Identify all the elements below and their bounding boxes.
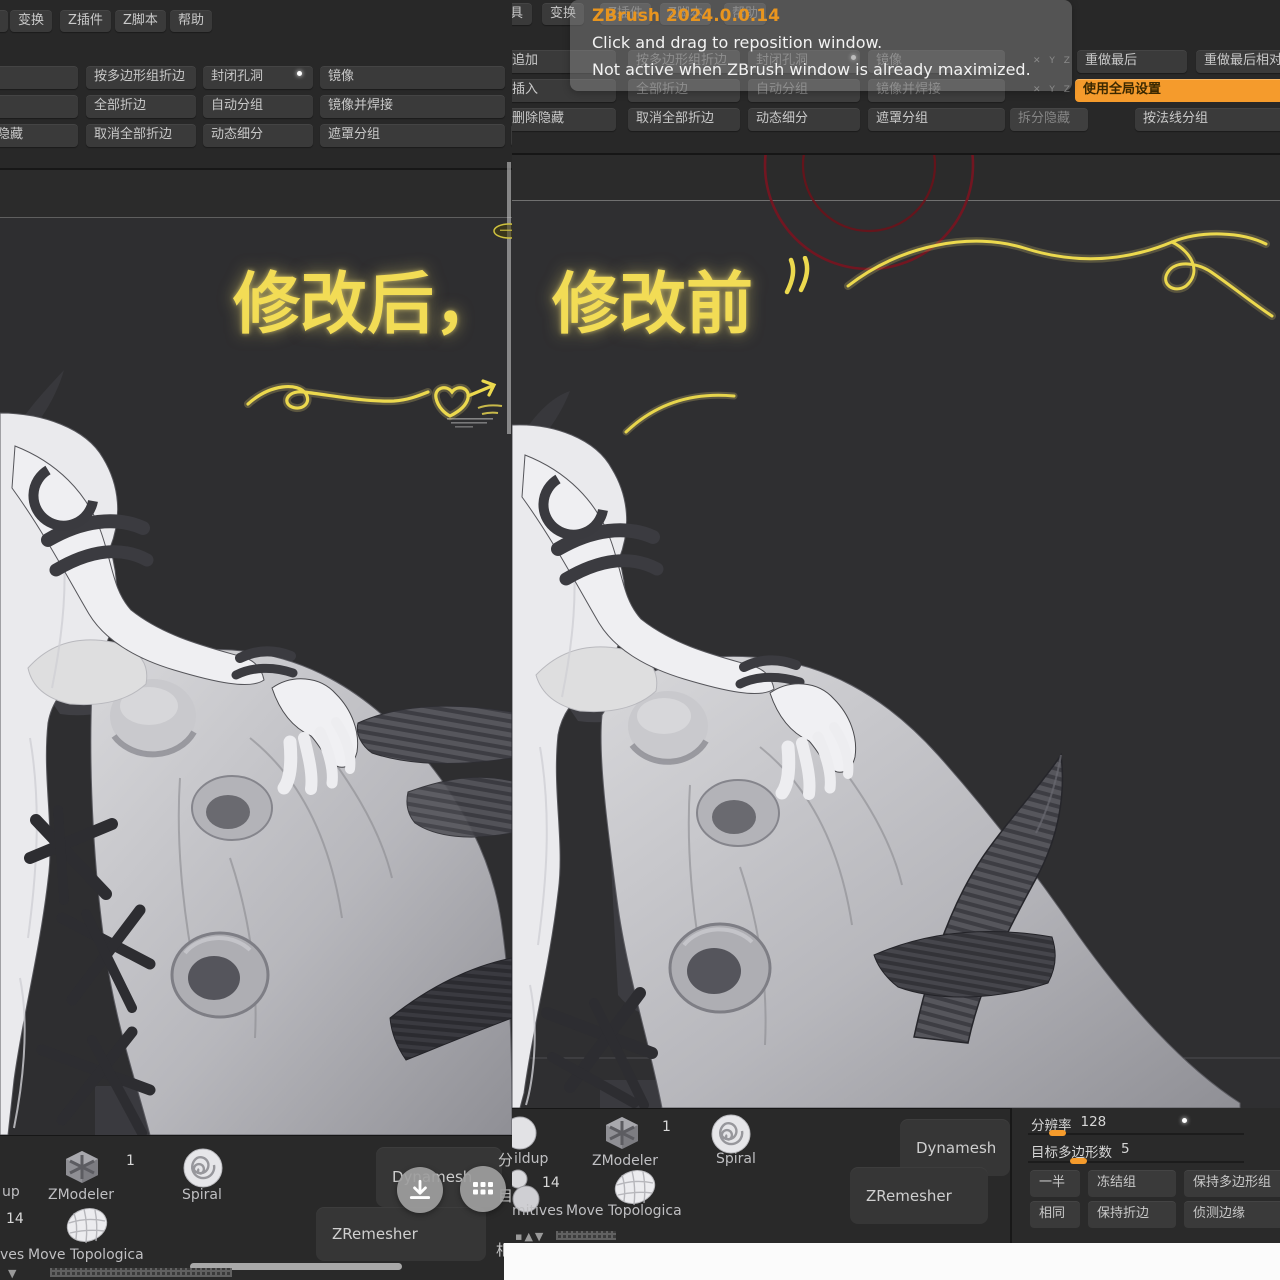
crease-by-polygroup-button[interactable]: 按多边形组折边: [86, 66, 196, 89]
menu-zplugin[interactable]: Z插件: [60, 10, 111, 32]
menu-help[interactable]: 帮助: [170, 10, 212, 32]
buildup-brush-label-cut[interactable]: up: [2, 1184, 20, 1200]
keep-polygroups-button-cut[interactable]: 保持多边形组: [1184, 1170, 1280, 1197]
zremesher-button[interactable]: ZRemesher: [850, 1167, 988, 1224]
bottom-toolbar: Dynamesh ZRemesher up ZModeler 1 Spiral …: [0, 1135, 512, 1280]
append-button-cut[interactable]: 加: [0, 66, 78, 89]
zmodeler-count: 1: [662, 1119, 671, 1135]
heart-flourish-decoration: [240, 366, 510, 428]
curves-label-cut[interactable]: ves: [0, 1247, 24, 1263]
quote-swash-decoration: [784, 256, 816, 300]
zremesher-settings-panel: 分辨率 128 目标多边形数 5 一半 冻结组 保持多边形组 相同 保持折边 侦…: [1010, 1108, 1280, 1243]
spiral-brush-icon[interactable]: [182, 1147, 224, 1189]
zbrush-tooltip: ZBrush 2024.0.0.14 Click and drag to rep…: [570, 0, 1072, 91]
tooltip-line2: Not active when ZBrush window is already…: [592, 60, 1031, 79]
insert-button-cut[interactable]: 入: [0, 95, 78, 118]
apps-grid-overlay-button[interactable]: [460, 1166, 506, 1212]
group-by-normals-button[interactable]: 按法线分组: [1135, 108, 1280, 131]
swash-flourish-decoration: [842, 220, 1280, 332]
close-holes-indicator-dot: [297, 71, 302, 76]
move-topological-label[interactable]: Move Topologica: [566, 1203, 682, 1219]
delete-hidden-button[interactable]: 删除隐藏: [512, 108, 616, 131]
primitives-label-cut[interactable]: mitives: [512, 1203, 563, 1219]
split-hidden-button[interactable]: 拆分隐藏: [1010, 108, 1088, 131]
buildup-brush-icon-cut[interactable]: [512, 1115, 538, 1151]
move-topological-label[interactable]: Move Topologica: [28, 1247, 144, 1263]
zmodeler-label[interactable]: ZModeler: [48, 1187, 114, 1203]
mirror-button[interactable]: 镜像: [320, 66, 505, 89]
zmodeler-cube-icon[interactable]: [600, 1113, 644, 1153]
eye-socket-ring: [670, 924, 770, 1012]
move-topological-icon[interactable]: [64, 1203, 110, 1247]
curves-count: 14: [6, 1211, 24, 1227]
target-slider-track[interactable]: [1028, 1161, 1244, 1163]
checker-scrollbar[interactable]: [50, 1268, 232, 1277]
half-button[interactable]: 一半: [1030, 1170, 1080, 1197]
bottom-toolbar: Dynamesh ZRemesher ildup ZModeler 1 Spi: [512, 1108, 1010, 1243]
menu-tool-fragment[interactable]: 具: [512, 3, 532, 25]
spiral-brush-icon[interactable]: [710, 1113, 752, 1155]
scroll-down-arrow[interactable]: ▼: [8, 1267, 18, 1280]
crease-all-button[interactable]: 全部折边: [86, 95, 196, 118]
menu-fragment[interactable]: [0, 10, 8, 32]
top-toolbar: 具 变换 Z插件 Z脚本 帮助 追加 插入 删除隐藏 按多边形组折边 全部折边 …: [512, 0, 1280, 155]
resolution-indicator-dot: [1182, 1118, 1187, 1123]
caption-after: 修改后，: [233, 250, 501, 347]
download-icon: [407, 1177, 433, 1203]
caption-before: 修改前: [552, 250, 753, 347]
delete-hidden-button-cut[interactable]: 除隐藏: [0, 124, 78, 147]
target-polycount-value: 5: [1121, 1141, 1130, 1161]
close-holes-button[interactable]: 封闭孔洞: [203, 66, 313, 89]
resolution-slider-handle[interactable]: [1049, 1130, 1066, 1136]
grid-menu-icon: [471, 1177, 495, 1201]
zbrush-pane-after: 变换 Z插件 Z脚本 帮助 加 入 除隐藏 按多边形组折边 全部折边 取消全部折…: [0, 0, 512, 1280]
zbrush-pane-before: 具 变换 Z插件 Z脚本 帮助 追加 插入 删除隐藏 按多边形组折边 全部折边 …: [512, 0, 1280, 1280]
same-button[interactable]: 相同: [1030, 1201, 1080, 1228]
uncrease-all-button[interactable]: 取消全部折边: [86, 124, 196, 147]
zmodeler-cube-icon[interactable]: [60, 1147, 104, 1187]
uncrease-all-button[interactable]: 取消全部折边: [628, 108, 740, 131]
primitives-count: 14: [542, 1175, 560, 1191]
upper-socket: [697, 780, 779, 846]
resolution-value: 128: [1081, 1114, 1107, 1134]
white-bottom-strip: [504, 1243, 1280, 1280]
download-overlay-button[interactable]: [397, 1167, 443, 1213]
composite-screenshot: 变换 Z插件 Z脚本 帮助 加 入 除隐藏 按多边形组折边 全部折边 取消全部折…: [0, 0, 1280, 1280]
mask-groups-button[interactable]: 遮罩分组: [320, 124, 505, 147]
dynamic-subdiv-button[interactable]: 动态细分: [203, 124, 313, 147]
arc-flourish-decoration: [620, 386, 742, 438]
scroll-arrows[interactable]: ▪▲▼: [515, 1230, 545, 1243]
eye-socket-ring: [172, 933, 268, 1017]
resolution-fragment: 分: [498, 1149, 512, 1170]
checker-scrollbar[interactable]: [556, 1231, 616, 1240]
redo-last-relative-button-cut[interactable]: 重做最后相对: [1196, 50, 1280, 73]
detect-edges-button[interactable]: 侦测边缘: [1184, 1201, 1280, 1228]
toolbar-lower-band: [0, 170, 512, 218]
sculpt-viewport-after[interactable]: [0, 218, 512, 1135]
top-toolbar: 变换 Z插件 Z脚本 帮助 加 入 除隐藏 按多边形组折边 全部折边 取消全部折…: [0, 0, 512, 170]
use-global-settings-button[interactable]: 使用全局设置: [1075, 79, 1280, 102]
keep-creases-button[interactable]: 保持折边: [1088, 1201, 1176, 1228]
target-slider-handle[interactable]: [1070, 1158, 1087, 1164]
zremesher-button[interactable]: ZRemesher: [316, 1207, 486, 1261]
upper-socket: [192, 776, 272, 840]
zmodeler-count: 1: [126, 1153, 135, 1169]
mirror-and-weld-button[interactable]: 镜像并焊接: [320, 95, 505, 118]
auto-groups-button[interactable]: 自动分组: [203, 95, 313, 118]
yellow-oval-badge: [492, 221, 512, 242]
menu-transform[interactable]: 变换: [10, 10, 52, 32]
buildup-brush-label-cut[interactable]: ildup: [514, 1151, 548, 1167]
mask-groups-button[interactable]: 遮罩分组: [868, 108, 1005, 131]
spiral-label[interactable]: Spiral: [716, 1151, 756, 1167]
freeze-groups-button[interactable]: 冻结组: [1088, 1170, 1176, 1197]
tooltip-title: ZBrush 2024.0.0.14: [592, 6, 780, 26]
resolution-slider-label[interactable]: 分辨率 128: [1031, 1114, 1106, 1134]
menu-zscript[interactable]: Z脚本: [115, 10, 166, 32]
spiral-label[interactable]: Spiral: [182, 1187, 222, 1203]
bull-skull: [601, 656, 1240, 1108]
tooltip-line1: Click and drag to reposition window.: [592, 33, 882, 52]
redo-last-button[interactable]: 重做最后: [1077, 50, 1187, 73]
dynamic-subdiv-button[interactable]: 动态细分: [748, 108, 860, 131]
